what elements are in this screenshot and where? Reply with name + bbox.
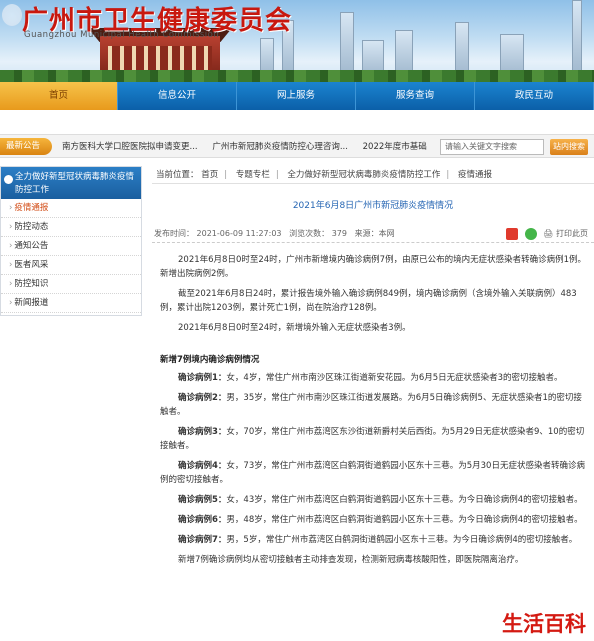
sidebar-item-control-news[interactable]: 防控动态 <box>1 218 141 237</box>
weibo-icon[interactable] <box>506 227 519 240</box>
breadcrumb-item[interactable]: 疫情通报 <box>458 170 492 180</box>
share-tools: 🖨 打印此页 <box>502 225 588 243</box>
sidebar-heading-text: 全力做好新型冠状病毒肺炎疫情防控工作 <box>15 172 135 195</box>
tree-line <box>0 70 594 82</box>
case-entry: 确诊病例4：女，73岁，常住广州市荔湾区白鹤洞街道鹤园小区东十三巷。为5月30日… <box>160 461 585 485</box>
article-paragraph: 截至2021年6月8日24时，累计报告境外输入确诊病例849例，境内确诊病例（含… <box>160 289 577 313</box>
site-subtitle: Guangzhou Municipal Health Commission <box>24 30 220 40</box>
wechat-icon[interactable] <box>524 227 537 240</box>
skyline-building <box>340 12 354 78</box>
article-panel: 当前位置： 首页 | 专题专栏 | 全力做好新型冠状病毒肺炎疫情防控工作 | 疫情通报… <box>152 166 594 641</box>
case-entry: 确诊病例6：男，48岁，常住广州市荔湾区白鹤洞街道鹤园小区东十三巷。为今日确诊病… <box>178 515 583 525</box>
article-source: 来源：本网 <box>354 229 395 238</box>
main-nav: 首页 信息公开 网上服务 服务查询 政民互动 <box>0 82 594 110</box>
search-input[interactable]: 请输入关键文字搜索 <box>440 139 544 155</box>
section-heading: 新增7例境内确诊病例情况 <box>160 355 260 365</box>
article-paragraph: 2021年6月8日0时至24时，广州市新增境内确诊病例7例，由原已公布的境内无症… <box>160 255 586 279</box>
article-closing: 新增7例确诊病例均从密切接触者主动排查发现，检测新冠病毒核酸阳性，即医院隔离治疗… <box>178 555 524 565</box>
nav-home[interactable]: 首页 <box>0 82 118 110</box>
search-button[interactable]: 站内搜索 <box>550 139 588 155</box>
sidebar-item-knowledge[interactable]: 防控知识 <box>1 275 141 294</box>
announcement-list: 南方医科大学口腔医院拟申请变更... 广州市新冠肺炎疫情防控心理咨询... 20… <box>62 135 439 159</box>
sidebar: 全力做好新型冠状病毒肺炎疫情防控工作 疫情通报 防控动态 通知公告 医者风采 防… <box>0 166 142 316</box>
nav-online-services[interactable]: 网上服务 <box>237 82 356 110</box>
header-banner: 广州市卫生健康委员会 Guangzhou Municipal Health Co… <box>0 0 594 82</box>
breadcrumb-label: 当前位置： <box>156 170 199 180</box>
article-paragraph: 2021年6月8日0时至24时，新增境外输入无症状感染者3例。 <box>178 323 411 333</box>
breadcrumb-item[interactable]: 首页 <box>201 170 218 180</box>
breadcrumb-item[interactable]: 全力做好新型冠状病毒肺炎疫情防控工作 <box>287 170 440 180</box>
emblem-icon <box>2 4 22 26</box>
nav-info-disclosure[interactable]: 信息公开 <box>118 82 237 110</box>
announcement-tag: 最新公告 <box>0 138 52 155</box>
article-meta: 发布时间： 2021-06-09 11:27:03 浏览次数： 379 来源：本… <box>152 225 594 243</box>
announcement-link[interactable]: 南方医科大学口腔医院拟申请变更... <box>62 142 198 152</box>
case-entry: 确诊病例2：男，35岁，常住广州市南沙区珠江街道发展路。为6月5日确诊病例5、无… <box>160 393 582 417</box>
bullet-icon <box>4 175 13 184</box>
announcement-bar: 最新公告 南方医科大学口腔医院拟申请变更... 广州市新冠肺炎疫情防控心理咨询.… <box>0 134 594 158</box>
nav-service-query[interactable]: 服务查询 <box>356 82 475 110</box>
article-title: 2021年6月8日广州市新冠肺炎疫情情况 <box>292 201 454 211</box>
announcement-link[interactable]: 2022年度市基础 <box>363 142 427 152</box>
breadcrumb-item[interactable]: 专题专栏 <box>236 170 270 180</box>
print-icon[interactable]: 🖨 <box>543 229 553 238</box>
canton-tower <box>572 0 582 78</box>
case-entry: 确诊病例3：女，70岁，常住广州市荔湾区东沙街道新爵村关后西街。为5月29日无症… <box>160 427 585 451</box>
announcement-link[interactable]: 广州市新冠肺炎疫情防控心理咨询... <box>212 142 348 152</box>
sidebar-item-doctors[interactable]: 医者风采 <box>1 256 141 275</box>
print-link[interactable]: 打印此页 <box>556 229 588 238</box>
watermark: 生活百科 <box>498 606 590 640</box>
nav-interaction[interactable]: 政民互动 <box>475 82 594 110</box>
case-entry: 确诊病例7：男，5岁，常住广州市荔湾区白鹤洞街道鹤园小区东十三巷。为今日确诊病例… <box>178 535 578 545</box>
sidebar-heading: 全力做好新型冠状病毒肺炎疫情防控工作 <box>1 167 141 199</box>
case-entry: 确诊病例1：女，4岁，常住广州市南沙区珠江街道新安花园。为6月5日无症状感染者3… <box>178 373 563 383</box>
sidebar-item-notices[interactable]: 通知公告 <box>1 237 141 256</box>
publish-time: 发布时间： 2021-06-09 11:27:03 <box>154 229 282 238</box>
breadcrumb: 当前位置： 首页 | 专题专栏 | 全力做好新型冠状病毒肺炎疫情防控工作 | 疫情通报 <box>152 166 594 184</box>
case-entry: 确诊病例5：女，43岁，常住广州市荔湾区白鹤洞街道鹤园小区东十三巷。为今日确诊病… <box>178 495 583 505</box>
view-count: 浏览次数： 379 <box>289 229 347 238</box>
sidebar-item-epidemic-report[interactable]: 疫情通报 <box>1 199 141 218</box>
sidebar-item-news-reports[interactable]: 新闻报道 <box>1 294 141 313</box>
